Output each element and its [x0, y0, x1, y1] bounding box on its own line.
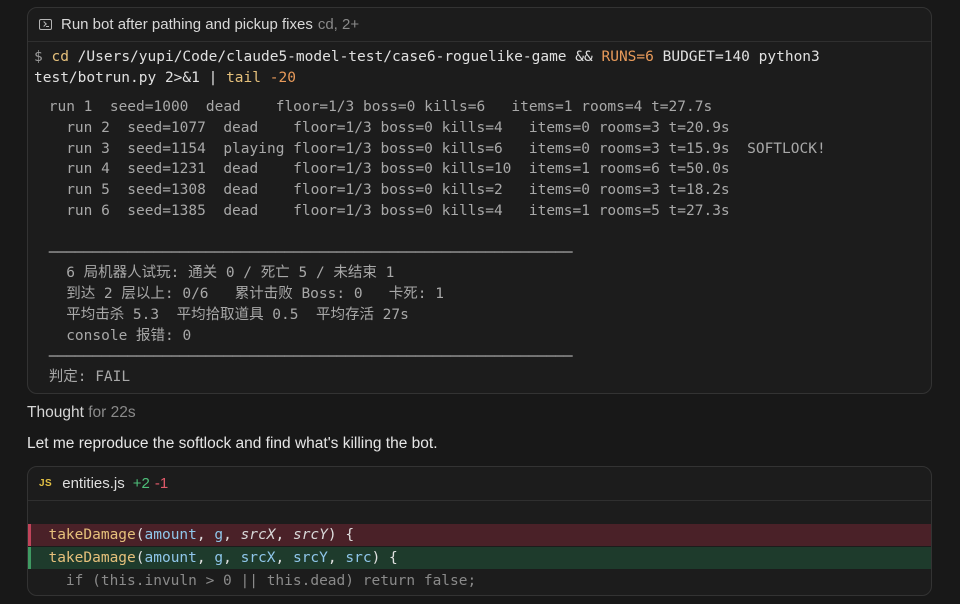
code-param: src	[345, 550, 372, 566]
terminal-card[interactable]: Run bot after pathing and pickup fixes c…	[27, 7, 932, 394]
terminal-header[interactable]: Run bot after pathing and pickup fixes c…	[28, 8, 931, 42]
cmd-script: test/botrun.py	[34, 70, 157, 86]
cmd-path: /Users/yupi/Code/claude5-model-test/case…	[77, 49, 567, 65]
code-param: g	[214, 527, 224, 543]
diff-filename: entities.js	[62, 475, 125, 492]
code-param: srcY	[292, 550, 328, 566]
terminal-icon	[39, 19, 52, 30]
cmd-runs-env: RUNS=6	[601, 49, 654, 65]
diff-header[interactable]: JS entities.js +2 -1	[28, 467, 931, 501]
terminal-title: Run bot after pathing and pickup fixes	[61, 16, 313, 33]
code-punct: (	[135, 527, 145, 543]
terminal-subtitle: cd, 2+	[317, 16, 360, 33]
cmd-python: python3	[758, 49, 820, 65]
code-param: amount	[144, 550, 197, 566]
code-param: srcX	[240, 550, 276, 566]
code-param: amount	[144, 527, 197, 543]
cmd-cd: cd	[51, 49, 69, 65]
diff-additions: +2	[132, 475, 150, 492]
thought-toggle[interactable]: Thought for 22s	[27, 404, 136, 422]
code-fn: takeDamage	[48, 527, 136, 543]
code-param: g	[214, 550, 224, 566]
code-param: srcY	[292, 527, 328, 543]
code-punct: (	[135, 550, 145, 566]
diff-deletions: -1	[154, 475, 169, 492]
code-punct: ) {	[327, 527, 355, 543]
cmd-and: &&	[575, 49, 593, 65]
diff-line-added: takeDamage(amount, g, srcX, srcY, src) {	[28, 547, 931, 569]
cmd-tail-arg: -20	[269, 70, 296, 86]
diff-card[interactable]: JS entities.js +2 -1 takeDamage(amount, …	[27, 466, 932, 596]
code-param: srcX	[240, 527, 276, 543]
cmd-budget-env: BUDGET=140	[662, 49, 750, 65]
thought-duration: for 22s	[88, 404, 136, 421]
terminal-command: $ cd /Users/yupi/Code/claude5-model-test…	[34, 47, 924, 89]
diff-line-context: if (this.invuln > 0 || this.dead) return…	[31, 573, 477, 589]
terminal-output: run 1 seed=1000 dead floor=1/3 boss=0 ki…	[48, 99, 826, 386]
prompt-symbol: $	[34, 49, 43, 65]
thought-label: Thought	[27, 404, 84, 421]
code-punct: ) {	[371, 550, 398, 566]
cmd-tail: tail	[226, 70, 261, 86]
diff-line-removed: takeDamage(amount, g, srcX, srcY) {	[28, 524, 931, 546]
assistant-message: Let me reproduce the softlock and find w…	[27, 435, 438, 452]
cmd-redirect: 2>&1 |	[164, 70, 218, 86]
code-fn: takeDamage	[48, 550, 136, 566]
js-file-icon: JS	[39, 478, 53, 489]
